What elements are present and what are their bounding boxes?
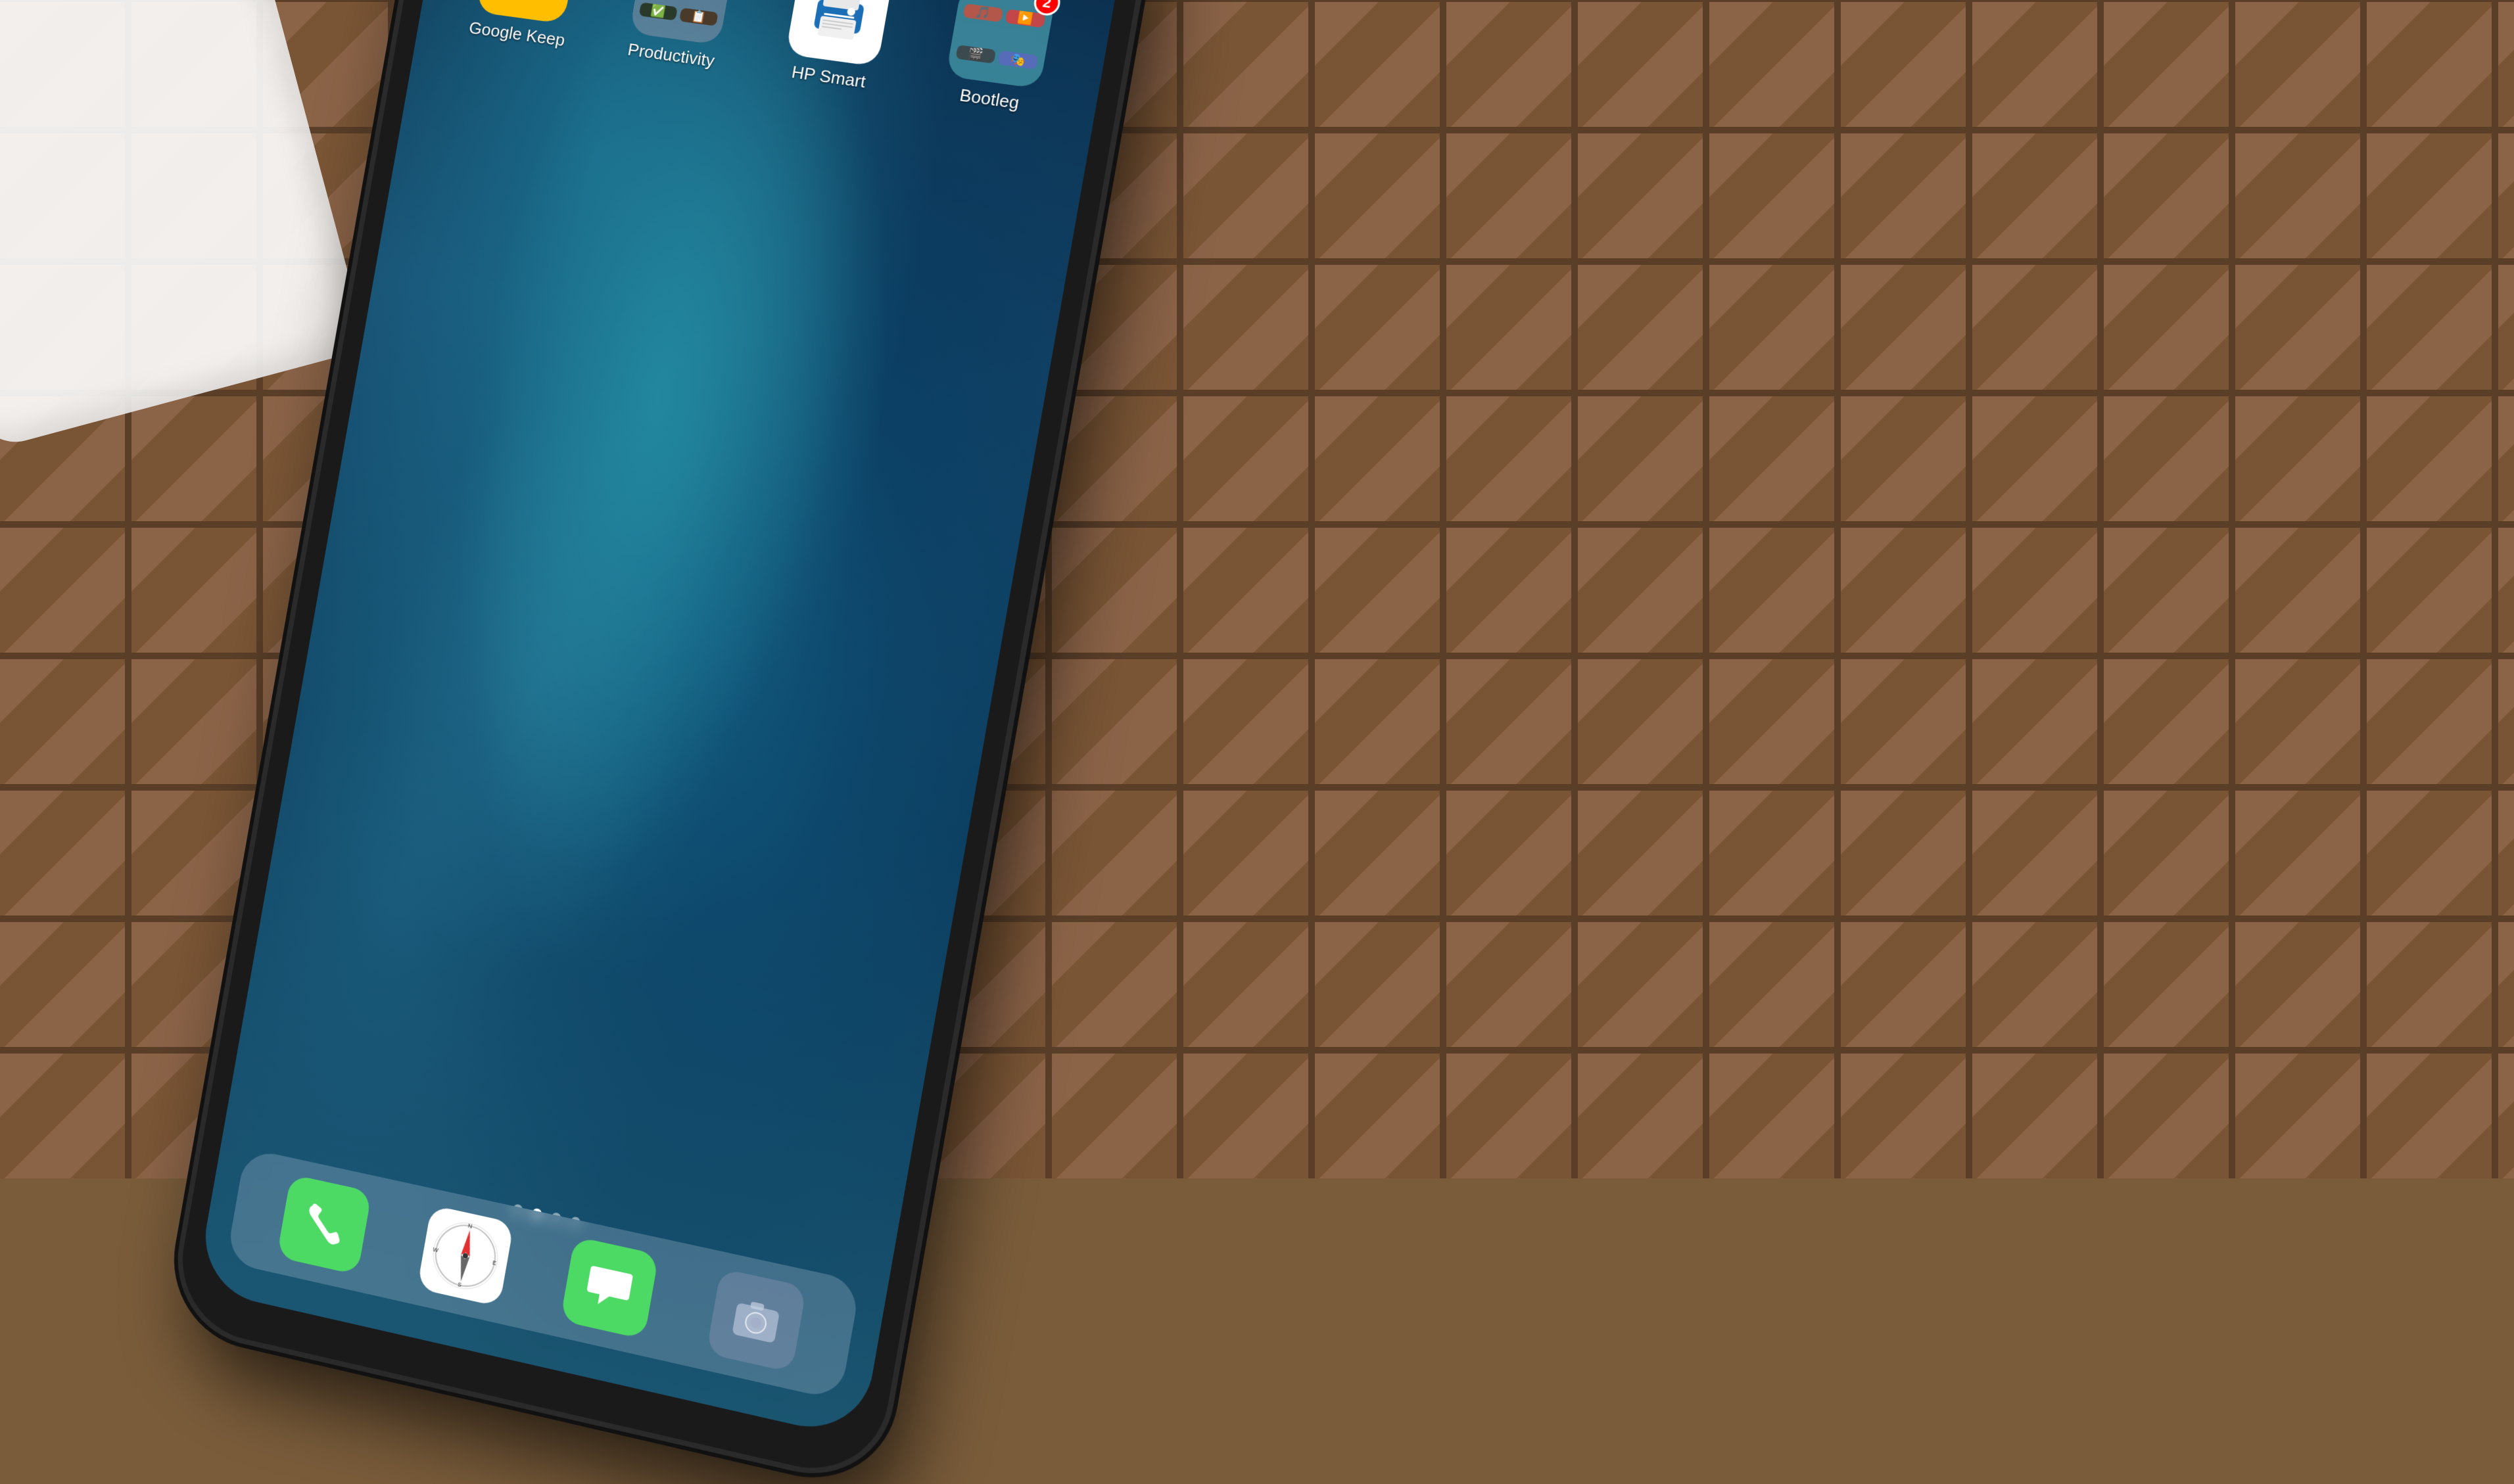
camera-svg bbox=[725, 1288, 787, 1353]
productivity-folder-icon: 🎮 On+To Do ✅ 📋 bbox=[629, 0, 735, 45]
bootleg-mini-1: 🎵 bbox=[962, 3, 1003, 22]
messages-svg bbox=[581, 1258, 638, 1318]
hp-smart-svg bbox=[797, 0, 882, 56]
google-keep-svg bbox=[498, 0, 557, 2]
safari-svg: N S E W bbox=[424, 1213, 506, 1299]
dock-safari-icon[interactable]: N S E W bbox=[417, 1205, 514, 1307]
bootleg-mini-3: 🎬 bbox=[955, 45, 996, 64]
dock-photos-icon[interactable] bbox=[705, 1268, 806, 1373]
dock-messages-icon[interactable] bbox=[559, 1236, 658, 1339]
folder-mini-4: 📋 bbox=[679, 8, 719, 26]
app-bootleg-folder[interactable]: 2 🎵 ▶️ 🎬 🎭 Bootleg bbox=[916, 0, 1080, 119]
dock-phone-icon[interactable] bbox=[276, 1174, 371, 1274]
bootleg-mini-4: 🎭 bbox=[997, 51, 1038, 70]
folder-mini-3: ✅ bbox=[638, 2, 677, 20]
hp-smart-icon bbox=[786, 0, 893, 67]
bootleg-folder-icon: 2 🎵 ▶️ 🎬 🎭 bbox=[945, 0, 1056, 89]
phone-svg bbox=[296, 1195, 352, 1254]
